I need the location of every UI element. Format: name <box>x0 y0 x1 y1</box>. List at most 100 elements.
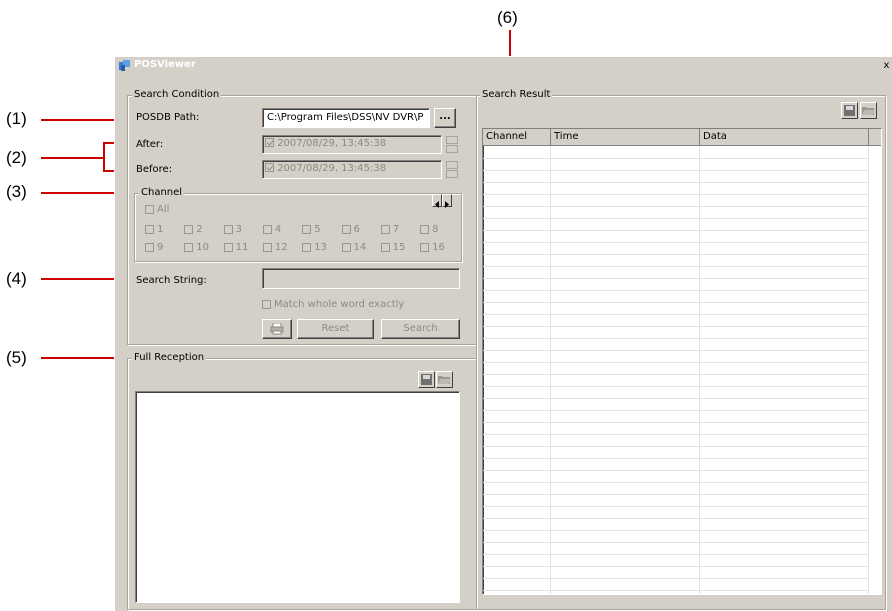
callout-2-line <box>41 157 104 159</box>
channel-11-label: 11 <box>235 242 249 253</box>
after-spin-down[interactable] <box>446 145 458 153</box>
callout-4: (4) <box>6 269 27 288</box>
callout-2: (2) <box>6 148 27 167</box>
after-spin-up[interactable] <box>446 136 458 144</box>
result-grid-row-line <box>483 302 869 303</box>
result-grid-row-line <box>483 506 869 507</box>
after-label: After: <box>136 139 164 150</box>
channel-11-checkbox[interactable] <box>223 243 233 252</box>
result-grid-row-line <box>483 338 869 339</box>
channel-10-label: 10 <box>196 242 210 253</box>
full-reception-textarea[interactable] <box>135 391 460 603</box>
search-button[interactable]: Search <box>381 319 460 339</box>
match-whole-word-label: Match whole word exactly <box>274 299 405 310</box>
channel-all-checkbox[interactable] <box>145 205 154 214</box>
result-grid-row-line <box>483 410 869 411</box>
channel-5-label: 5 <box>314 224 321 235</box>
result-grid-row-line <box>483 254 869 255</box>
channel-6-label: 6 <box>353 224 360 235</box>
result-grid-row-line <box>483 182 869 183</box>
reset-button[interactable]: Reset <box>297 319 374 339</box>
channel-14-label: 14 <box>353 242 367 253</box>
channel-16-label: 16 <box>432 242 445 253</box>
channel-8-label: 8 <box>432 224 439 235</box>
result-grid-row-line <box>483 362 869 363</box>
channel-10-checkbox[interactable] <box>184 243 194 252</box>
before-datetime-field[interactable]: 2007/08/29, 13:45:38 <box>262 160 442 179</box>
channel-1-label: 1 <box>157 224 164 235</box>
save-icon <box>844 105 855 116</box>
match-whole-word-checkbox[interactable] <box>262 300 271 309</box>
search-string-input[interactable] <box>262 268 460 289</box>
channel-6-checkbox[interactable] <box>341 225 351 234</box>
result-grid-column-line <box>868 146 869 594</box>
result-grid-row-line <box>483 206 869 207</box>
result-grid-row-line <box>483 230 869 231</box>
channel-7-checkbox[interactable] <box>380 225 390 234</box>
result-grid-row-line <box>483 266 869 267</box>
arrow-left-icon <box>435 201 439 208</box>
channel-3-checkbox[interactable] <box>223 225 233 234</box>
channel-next-button[interactable] <box>442 194 452 208</box>
channel-15-checkbox[interactable] <box>380 243 390 252</box>
result-grid-row-line <box>483 530 869 531</box>
column-header-time[interactable]: Time <box>551 129 700 146</box>
channel-3-label: 3 <box>235 224 242 235</box>
before-datetime-value: 2007/08/29, 13:45:38 <box>277 163 387 174</box>
channel-9-checkbox[interactable] <box>145 243 154 252</box>
channel-13-label: 13 <box>314 242 327 253</box>
result-save-button[interactable] <box>841 102 858 119</box>
search-result-label: Search Result <box>480 89 553 101</box>
channel-13-checkbox[interactable] <box>302 243 312 252</box>
before-spinner[interactable] <box>446 161 458 178</box>
close-button[interactable]: x <box>881 59 892 72</box>
result-open-button[interactable] <box>860 102 877 119</box>
channel-7-label: 7 <box>392 224 400 235</box>
search-result-list[interactable]: Channel Time Data <box>482 128 882 595</box>
before-enable-checkbox[interactable] <box>265 163 274 172</box>
channel-prev-button[interactable] <box>432 194 442 208</box>
channel-14-checkbox[interactable] <box>341 243 351 252</box>
result-grid-row-line <box>483 470 869 471</box>
posdb-path-field[interactable]: C:\Program Files\DSS\NV DVR\P <box>262 108 430 128</box>
callout-3: (3) <box>6 182 27 201</box>
channel-4-checkbox[interactable] <box>262 225 272 234</box>
title-bar[interactable]: POSViewer x <box>115 57 892 74</box>
result-grid-row-line <box>483 386 869 387</box>
after-enable-checkbox[interactable] <box>265 138 274 147</box>
result-grid-row-line <box>483 218 869 219</box>
reception-open-button[interactable] <box>436 371 453 388</box>
channel-5-checkbox[interactable] <box>302 225 312 234</box>
channel-16-checkbox[interactable] <box>420 243 430 252</box>
channel-all-label: All <box>157 204 170 215</box>
result-grid-row-line <box>483 242 869 243</box>
window-title: POSViewer <box>134 59 196 70</box>
result-grid-row-line <box>483 518 869 519</box>
result-grid-row-line <box>483 434 869 435</box>
result-grid-row-line <box>483 194 869 195</box>
result-grid-row-line <box>483 398 869 399</box>
browse-button[interactable]: ... <box>434 108 456 128</box>
print-button[interactable] <box>262 319 292 339</box>
folder-open-icon <box>862 107 875 115</box>
channel-12-checkbox[interactable] <box>262 243 272 252</box>
channel-2-label: 2 <box>196 224 203 235</box>
before-spin-down[interactable] <box>446 170 458 178</box>
result-grid-row-line <box>483 554 869 555</box>
after-datetime-field[interactable]: 2007/08/29, 13:45:38 <box>262 135 442 154</box>
after-datetime-value: 2007/08/29, 13:45:38 <box>277 138 387 149</box>
channel-8-checkbox[interactable] <box>420 225 430 234</box>
posviewer-window: POSViewer x Search Condition POSDB Path:… <box>114 56 892 611</box>
result-grid-row-line <box>483 350 869 351</box>
search-condition-label: Search Condition <box>132 89 222 101</box>
after-spinner[interactable] <box>446 136 458 153</box>
result-grid-row-line <box>483 494 869 495</box>
before-spin-up[interactable] <box>446 161 458 169</box>
column-header-data[interactable]: Data <box>700 129 869 146</box>
channel-1-checkbox[interactable] <box>145 225 154 234</box>
reception-save-button[interactable] <box>418 371 435 388</box>
app-icon <box>119 60 130 71</box>
channel-4-label: 4 <box>274 224 282 235</box>
channel-2-checkbox[interactable] <box>184 225 194 234</box>
column-header-channel[interactable]: Channel <box>483 129 551 146</box>
